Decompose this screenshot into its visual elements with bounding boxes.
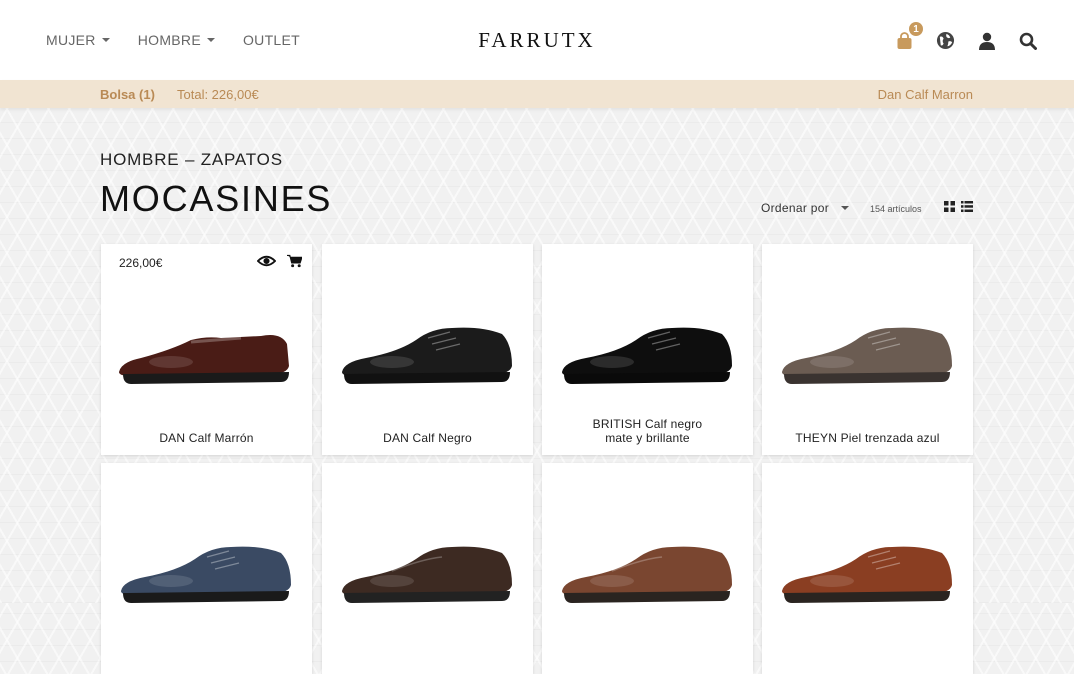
product-card[interactable] [101,463,312,674]
search-icon [1019,32,1037,50]
bag-item-link[interactable]: Dan Calf Marron [878,87,973,102]
grid-view-icon[interactable] [944,201,955,212]
cart-count-badge: 1 [909,22,923,36]
eye-icon[interactable] [257,254,276,268]
product-image[interactable] [552,511,743,611]
product-name[interactable]: BRITISH Calf negro mate y brillante [580,417,715,445]
product-count: 154 artículos [870,204,922,214]
product-name[interactable]: THEYN Piel trenzada azul [768,431,967,445]
language-button[interactable] [935,30,956,51]
product-name[interactable]: DAN Calf Negro [328,431,527,445]
account-button[interactable] [976,30,997,51]
bag-total: Total: 226,00€ [177,87,259,102]
page-title: MOCASINES [100,178,333,219]
product-name[interactable]: DAN Calf Marrón [107,431,306,445]
sort-label: Ordenar por [761,201,829,215]
product-card[interactable]: 226,00€ DAN Calf Marrón [101,244,312,455]
product-card[interactable] [542,463,753,674]
product-card[interactable]: BRITISH Calf negro mate y brillante [542,244,753,455]
product-image[interactable] [111,511,302,611]
product-card[interactable]: THEYN Piel trenzada azul [762,244,973,455]
bag-summary-bar: Bolsa (1) Total: 226,00€ Dan Calf Marron [0,80,1074,108]
breadcrumb: HOMBRE – ZAPATOS [100,150,283,169]
product-price: 226,00€ [119,256,163,270]
product-image[interactable] [332,511,523,611]
header-actions: 1 [894,22,1038,51]
product-card[interactable] [762,463,973,674]
product-card[interactable]: DAN Calf Negro [322,244,533,455]
chevron-down-icon [841,206,849,210]
product-image[interactable] [772,292,963,392]
top-navigation: MUJER HOMBRE OUTLET FARRUTX 1 [0,0,1074,80]
globe-icon [936,31,955,50]
product-image[interactable] [552,292,743,392]
product-image[interactable] [332,292,523,392]
search-button[interactable] [1017,30,1038,51]
product-image[interactable] [111,292,302,392]
cart-icon[interactable] [287,254,302,268]
bag-link[interactable]: Bolsa (1) [100,87,155,102]
product-image[interactable] [772,511,963,611]
sort-dropdown[interactable]: Ordenar por [761,201,849,215]
list-view-icon[interactable] [961,201,973,212]
product-card[interactable] [322,463,533,674]
shopping-bag-button[interactable]: 1 [894,22,923,51]
user-icon [978,32,995,50]
